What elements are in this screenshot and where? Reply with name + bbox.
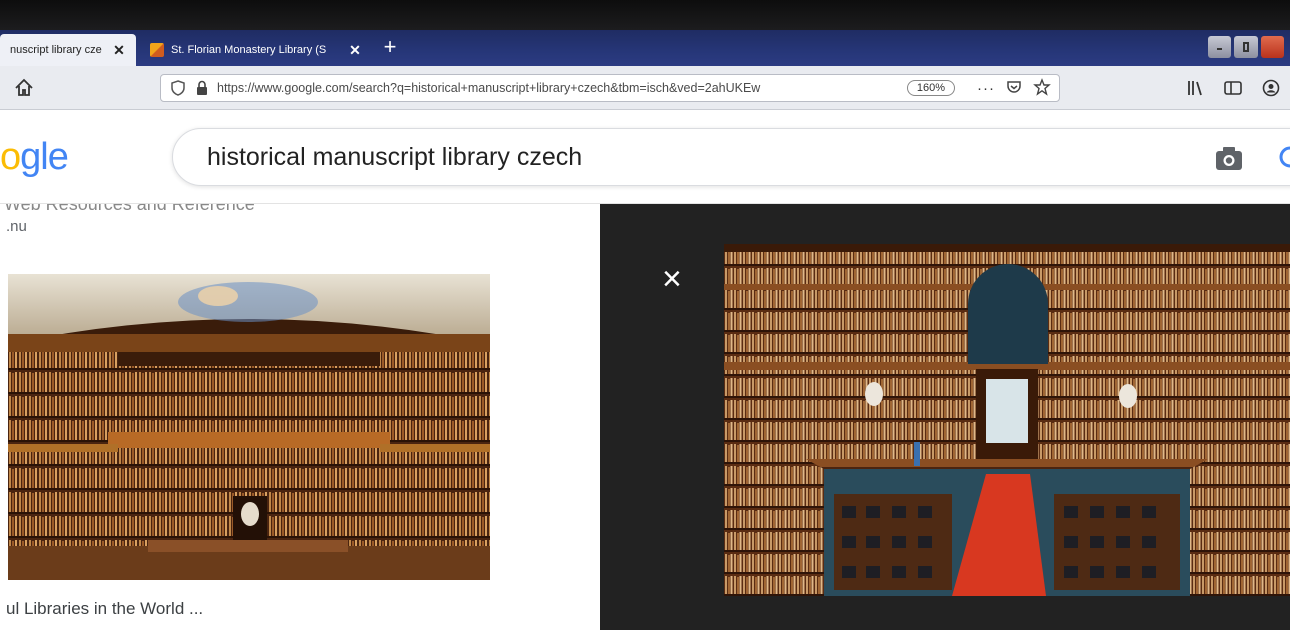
monitor-bezel	[0, 0, 1290, 30]
tab-title: St. Florian Monastery Library (S	[171, 44, 327, 56]
pocket-icon[interactable]	[1005, 78, 1023, 99]
preview-image[interactable]	[724, 244, 1290, 596]
url-text[interactable]: https://www.google.com/search?q=historic…	[217, 81, 899, 95]
tab-st-florian[interactable]: St. Florian Monastery Library (S ✕	[140, 34, 372, 66]
home-icon[interactable]	[12, 76, 36, 100]
tab-strip: nuscript library cze ✕ St. Florian Monas…	[0, 30, 1290, 66]
lock-icon[interactable]	[193, 79, 211, 97]
google-header: ogle historical manuscript library czech	[0, 110, 1290, 204]
navigation-toolbar: https://www.google.com/search?q=historic…	[0, 66, 1290, 110]
tab-close-icon[interactable]: ✕	[348, 42, 362, 59]
search-box[interactable]: historical manuscript library czech	[172, 128, 1290, 186]
image-results-column: Web Resources and Reference .nu ul Libra…	[0, 204, 600, 630]
screen: nuscript library cze ✕ St. Florian Monas…	[0, 0, 1290, 630]
camera-search-icon[interactable]	[1214, 146, 1244, 172]
minimize-button[interactable]	[1208, 36, 1232, 58]
logo-letter: o	[0, 136, 21, 178]
tab-search-results[interactable]: nuscript library cze ✕	[0, 34, 136, 66]
zoom-level-button[interactable]: 160%	[906, 80, 955, 96]
close-window-button[interactable]	[1260, 36, 1284, 58]
toolbar-right	[1184, 77, 1282, 99]
new-tab-button[interactable]: +	[378, 34, 402, 62]
maximize-button[interactable]	[1234, 36, 1258, 58]
search-icon[interactable]	[1276, 144, 1290, 174]
address-bar[interactable]: https://www.google.com/search?q=historic…	[160, 74, 1060, 102]
account-icon[interactable]	[1260, 77, 1282, 99]
sidebar-icon[interactable]	[1222, 77, 1244, 99]
result-caption[interactable]: ul Libraries in the World ...	[6, 599, 203, 619]
image-preview-panel: ×	[600, 204, 1290, 630]
google-logo[interactable]: ogle	[0, 136, 69, 179]
more-actions-icon[interactable]: ···	[977, 80, 995, 97]
tab-title: nuscript library cze	[10, 44, 102, 56]
result-domain[interactable]: .nu	[6, 218, 27, 235]
shield-icon[interactable]	[169, 79, 187, 97]
window-controls	[1208, 36, 1284, 58]
cut-off-result-text: Web Resources and Reference	[4, 204, 255, 214]
search-query[interactable]: historical manuscript library czech	[207, 143, 582, 172]
result-thumbnail-image[interactable]	[8, 274, 490, 580]
logo-text: gle	[20, 136, 69, 178]
site-favicon-icon	[150, 43, 164, 57]
page-actions: ···	[977, 77, 1051, 99]
library-icon[interactable]	[1184, 77, 1206, 99]
bookmark-star-icon[interactable]	[1033, 77, 1051, 99]
tab-close-icon[interactable]: ✕	[112, 42, 126, 59]
close-preview-icon[interactable]: ×	[662, 262, 682, 296]
